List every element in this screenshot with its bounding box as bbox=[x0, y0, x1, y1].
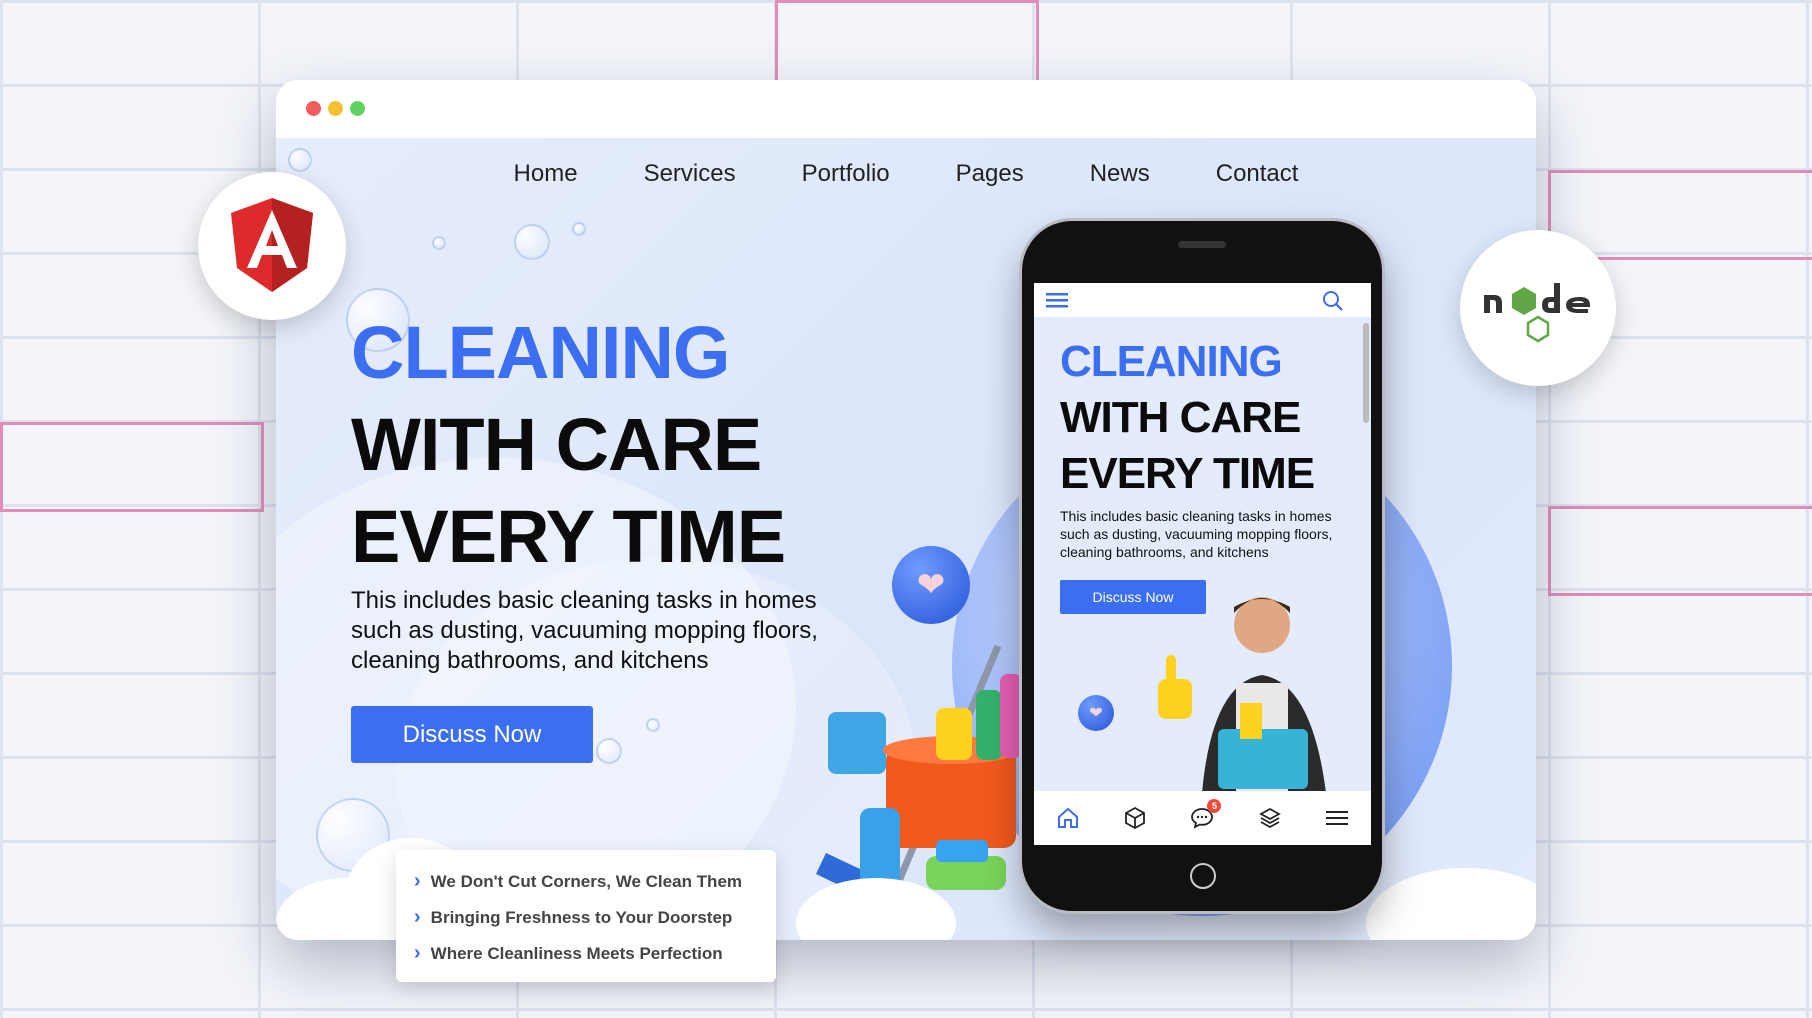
phone-speaker bbox=[1178, 241, 1226, 248]
layers-icon[interactable] bbox=[1255, 803, 1285, 833]
chat-badge: 5 bbox=[1207, 799, 1222, 813]
phone-title-line2: WITH CARE bbox=[1060, 393, 1301, 442]
discuss-now-button[interactable]: Discuss Now bbox=[351, 706, 593, 763]
feature-item: › Bringing Freshness to Your Doorstep bbox=[414, 906, 732, 929]
phone-title-line1: CLEANING bbox=[1060, 337, 1283, 386]
feature-item: › Where Cleanliness Meets Perfection bbox=[414, 942, 723, 965]
bubble-decor bbox=[432, 236, 446, 250]
menu-icon[interactable] bbox=[1322, 803, 1352, 833]
phone-title-line3: EVERY TIME bbox=[1060, 449, 1315, 498]
box-icon[interactable] bbox=[1120, 803, 1150, 833]
decor-pink-box bbox=[0, 422, 264, 512]
nav-home[interactable]: Home bbox=[514, 160, 578, 188]
minimize-window-dot[interactable] bbox=[328, 101, 343, 116]
feature-item: › We Don't Cut Corners, We Clean Them bbox=[414, 870, 742, 893]
hero-title-line3: EVERY TIME bbox=[351, 495, 786, 578]
chevron-right-icon: › bbox=[414, 942, 421, 964]
hero-title-line2: WITH CARE bbox=[351, 403, 762, 486]
nav-contact[interactable]: Contact bbox=[1216, 160, 1299, 188]
angular-logo bbox=[198, 172, 346, 320]
heart-icon: ❤ bbox=[892, 546, 970, 624]
bubble-decor bbox=[646, 718, 660, 732]
features-card: › We Don't Cut Corners, We Clean Them › … bbox=[396, 850, 776, 982]
chevron-right-icon: › bbox=[414, 906, 421, 928]
nodejs-logo-icon bbox=[1484, 283, 1590, 343]
window-titlebar bbox=[276, 80, 1536, 138]
hero-title-line1: CLEANING bbox=[351, 311, 730, 394]
feature-text: We Don't Cut Corners, We Clean Them bbox=[430, 871, 743, 891]
bubble-decor bbox=[596, 738, 622, 764]
feature-text: Where Cleanliness Meets Perfection bbox=[430, 943, 723, 963]
bubble-decor bbox=[514, 224, 550, 260]
cleaner-person-illustration bbox=[1158, 597, 1326, 793]
decor-cloud bbox=[1366, 868, 1536, 940]
decor-pink-box bbox=[1548, 170, 1812, 260]
phone-scrollbar[interactable] bbox=[1363, 323, 1369, 423]
search-icon[interactable] bbox=[1322, 290, 1344, 312]
phone-description: This includes basic cleaning tasks in ho… bbox=[1060, 508, 1333, 560]
feature-text: Bringing Freshness to Your Doorstep bbox=[430, 907, 733, 927]
nodejs-logo bbox=[1460, 230, 1616, 386]
nav-news[interactable]: News bbox=[1090, 160, 1150, 188]
angular-logo-icon bbox=[231, 198, 313, 292]
phone-home-button[interactable] bbox=[1190, 863, 1216, 889]
heart-icon: ❤ bbox=[1078, 695, 1114, 731]
home-icon[interactable] bbox=[1053, 803, 1083, 833]
maximize-window-dot[interactable] bbox=[350, 101, 365, 116]
nav-pages[interactable]: Pages bbox=[956, 160, 1024, 188]
main-nav: Home Services Portfolio Pages News Conta… bbox=[276, 160, 1536, 188]
close-window-dot[interactable] bbox=[306, 101, 321, 116]
phone-bottom-nav: 5 bbox=[1034, 791, 1371, 845]
chat-icon[interactable]: 5 bbox=[1187, 799, 1222, 833]
bubble-decor bbox=[572, 222, 586, 236]
chevron-right-icon: › bbox=[414, 870, 421, 892]
phone-topbar bbox=[1034, 283, 1371, 317]
hero-description: This includes basic cleaning tasks in ho… bbox=[351, 587, 818, 674]
hamburger-menu-icon[interactable] bbox=[1046, 292, 1068, 308]
nav-portfolio[interactable]: Portfolio bbox=[802, 160, 890, 188]
phone-screen: CLEANING WITH CARE EVERY TIME This inclu… bbox=[1034, 283, 1371, 845]
decor-pink-box bbox=[1548, 506, 1812, 596]
decor-pink-box bbox=[775, 0, 1039, 86]
nav-services[interactable]: Services bbox=[644, 160, 736, 188]
